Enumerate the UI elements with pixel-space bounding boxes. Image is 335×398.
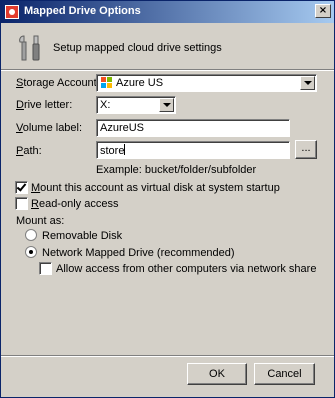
volume-label-value: AzureUS	[100, 122, 145, 134]
path-example: Example: bucket/folder/subfolder	[96, 164, 257, 176]
allow-network-label[interactable]: Allow access from other computers via ne…	[56, 263, 316, 275]
volume-label-label: Volume label:	[16, 122, 83, 134]
text-caret	[124, 144, 126, 155]
header-panel: Setup mapped cloud drive settings	[1, 23, 334, 69]
title-bar[interactable]: Mapped Drive Options ×	[1, 1, 334, 23]
volume-label-input[interactable]: AzureUS	[96, 119, 290, 137]
path-input[interactable]: store	[96, 141, 290, 159]
windows-azure-icon	[101, 77, 112, 88]
drive-letter-label: Drive letter:	[16, 99, 73, 111]
read-only-checkbox[interactable]	[15, 197, 28, 210]
storage-account-value: Azure US	[116, 77, 164, 89]
allow-network-checkbox[interactable]	[39, 262, 52, 275]
chevron-down-icon[interactable]	[159, 98, 174, 112]
tools-icon	[19, 35, 40, 61]
window-title: Mapped Drive Options	[24, 5, 141, 17]
removable-disk-radio[interactable]	[25, 229, 37, 241]
browse-button[interactable]: ...	[295, 140, 317, 159]
footer-divider	[1, 355, 334, 357]
close-button[interactable]: ×	[315, 4, 331, 18]
mount-startup-label[interactable]: Mount this account as virtual disk at sy…	[31, 182, 280, 194]
path-label: Path:	[16, 145, 42, 157]
drive-letter-select[interactable]: X:	[96, 96, 176, 114]
app-icon	[5, 5, 19, 19]
drive-letter-value: X:	[100, 99, 111, 111]
cancel-button[interactable]: Cancel	[254, 363, 315, 385]
ok-button[interactable]: OK	[187, 363, 247, 385]
path-value: store	[100, 145, 125, 157]
header-text: Setup mapped cloud drive settings	[53, 42, 222, 54]
mount-startup-checkbox[interactable]	[15, 181, 28, 194]
network-drive-radio[interactable]	[25, 246, 37, 258]
dialog-window: Mapped Drive Options × Setup mapped clou…	[0, 0, 335, 398]
storage-account-label: Storage Account	[16, 77, 97, 89]
mount-as-label: Mount as:	[16, 215, 65, 227]
removable-disk-label[interactable]: Removable Disk	[42, 230, 122, 242]
storage-account-select[interactable]: Azure US	[96, 74, 317, 92]
header-divider	[1, 69, 334, 71]
chevron-down-icon[interactable]	[300, 76, 315, 90]
read-only-label[interactable]: Read-only access	[31, 198, 118, 210]
network-drive-label[interactable]: Network Mapped Drive (recommended)	[42, 247, 235, 259]
